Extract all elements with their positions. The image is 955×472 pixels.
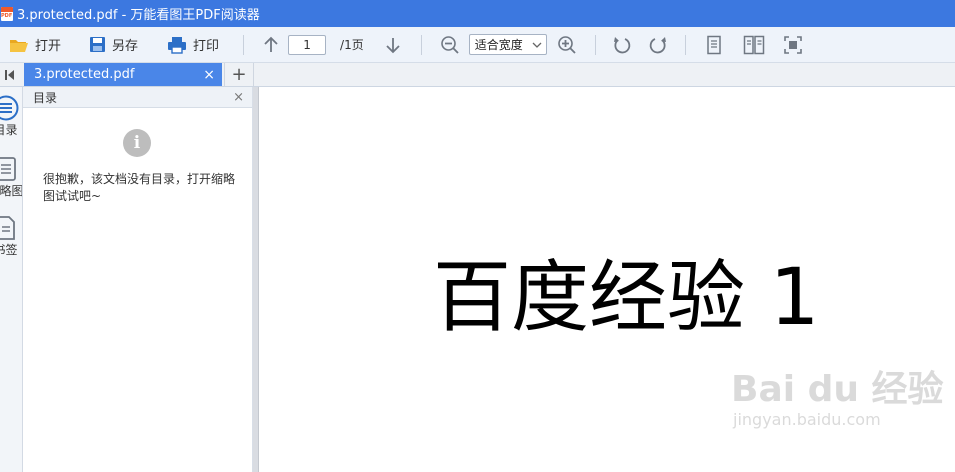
save-as-button[interactable]: 另存 [89,32,138,58]
panel-header: 目录 × [23,87,252,108]
document-viewer[interactable]: 百度经验 1 Bai du 经验 jingyan.baidu.com [253,87,955,472]
single-page-icon [706,35,721,54]
empty-toc-message: 很抱歉，该文档没有目录，打开缩略图试试吧~ [43,172,236,203]
collapse-sidebar-button[interactable] [0,63,22,86]
previous-page-button[interactable] [260,34,282,56]
list-icon [0,95,18,121]
print-label: 打印 [193,39,220,54]
chevron-down-icon [532,42,542,48]
arrow-up-icon [264,36,278,52]
rail-item-bookmarks[interactable]: 书签 [0,215,22,258]
fullscreen-button[interactable] [782,34,804,56]
rail-item-thumbnails[interactable]: 缩略图 [0,156,22,199]
double-page-view-button[interactable] [743,34,765,56]
zoom-out-button[interactable] [439,34,461,56]
tab-bar: 3.protected.pdf × + [0,63,955,87]
app-logo-icon [1,6,13,21]
toolbar-separator [684,34,686,55]
toolbar-separator [243,34,245,55]
open-label: 打开 [35,39,62,54]
watermark-brand: Bai du 经验 [731,369,944,410]
panel-close-icon[interactable]: × [233,90,244,105]
page-total-label: /1页 [340,38,364,52]
tab-title: 3.protected.pdf [34,67,135,82]
printer-icon [168,36,187,54]
zoom-in-icon [557,35,576,54]
thumbnail-icon [0,157,16,181]
rotate-right-button[interactable] [647,34,669,56]
save-as-label: 另存 [112,39,139,54]
zoom-mode-value: 适合宽度 [474,38,523,52]
panel-title: 目录 [33,90,58,105]
open-button[interactable]: 打开 [9,32,61,58]
bookmark-icon [0,216,15,240]
watermark: Bai du 经验 jingyan.baidu.com [731,369,944,430]
sidebar-rail: 目录 缩略图 书签 [0,87,23,472]
toolbar-separator [594,34,596,55]
title-bar: 3.protected.pdf - 万能看图王PDF阅读器 [0,0,955,27]
plus-icon: + [231,63,247,85]
zoom-mode-select[interactable]: 适合宽度 [468,34,547,55]
rotate-left-button[interactable] [611,34,633,56]
rail-label-toc: 目录 [0,123,18,137]
next-page-button[interactable] [382,34,404,56]
save-icon [90,37,106,52]
zoom-out-icon [440,35,459,54]
rotate-right-icon [649,36,666,53]
rail-item-toc[interactable]: 目录 [0,95,22,138]
toc-panel: 目录 × i 很抱歉，该文档没有目录，打开缩略图试试吧~ [23,87,253,472]
folder-open-icon [10,39,28,52]
arrow-down-icon [386,37,400,53]
tab-close-icon[interactable]: × [203,68,215,82]
fullscreen-icon [783,35,802,54]
collapse-left-icon [5,69,14,80]
double-page-icon [743,35,764,54]
info-icon: i [123,129,151,157]
single-page-view-button[interactable] [703,34,725,56]
page-text: 百度经验 1 [433,253,820,343]
rail-label-thumbnails: 缩略图 [0,184,23,198]
print-button[interactable]: 打印 [167,32,219,58]
zoom-in-button[interactable] [556,34,578,56]
toolbar: 打开 另存 打印 /1页 适合 [0,27,955,63]
window-title: 3.protected.pdf - 万能看图王PDF阅读器 [17,8,260,23]
new-tab-button[interactable]: + [224,63,254,86]
rail-label-bookmarks: 书签 [0,243,18,257]
pdf-page: 百度经验 1 Bai du 经验 jingyan.baidu.com [258,87,955,472]
watermark-url: jingyan.baidu.com [733,410,881,429]
page-number-input[interactable] [288,34,327,55]
document-tab[interactable]: 3.protected.pdf × [24,63,222,86]
rotate-left-icon [613,36,630,53]
toolbar-separator [420,34,422,55]
